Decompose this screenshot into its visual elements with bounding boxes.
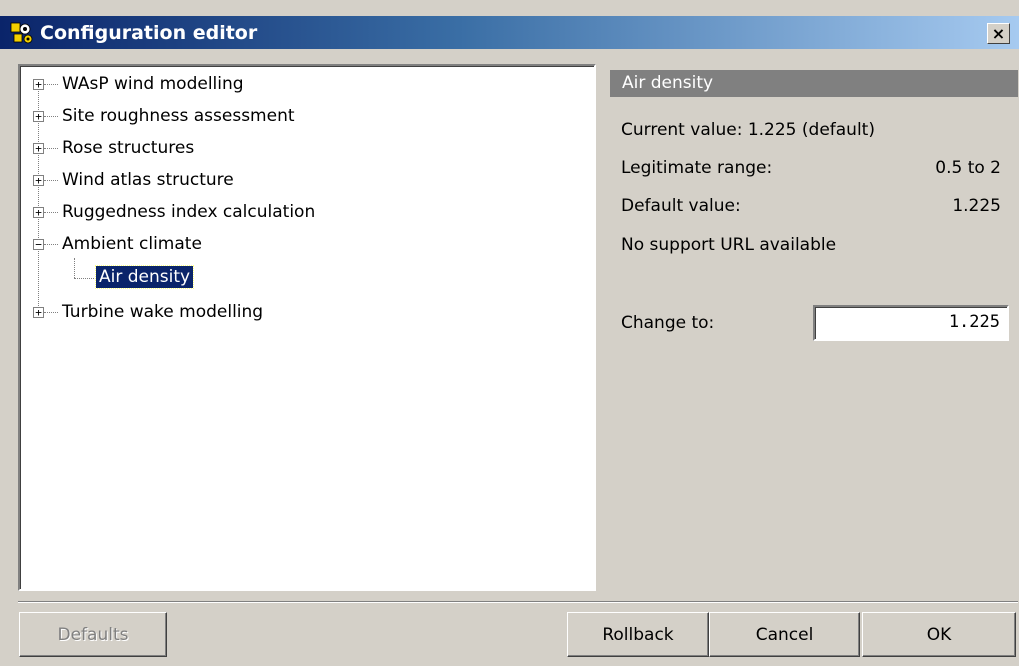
tree-item-rose-structures[interactable]: Rose structures — [62, 137, 194, 159]
tree-guide-line — [44, 212, 58, 213]
tree-guide-line — [44, 148, 58, 149]
cancel-button[interactable]: Cancel — [709, 612, 860, 657]
rollback-button[interactable]: Rollback — [567, 612, 709, 657]
legitimate-range-value: 0.5 to 2 — [935, 158, 1001, 178]
change-to-row: Change to: — [621, 311, 801, 335]
close-button[interactable]: × — [987, 23, 1010, 44]
tree-item-wasp-wind-modelling[interactable]: WAsP wind modelling — [62, 73, 244, 95]
expand-plus-icon[interactable]: + — [33, 111, 44, 122]
close-icon: × — [991, 23, 1006, 43]
tree-guide-line — [44, 180, 58, 181]
expand-plus-icon[interactable]: + — [33, 207, 44, 218]
tree-guide-line — [44, 84, 58, 85]
configuration-editor-window: Configuration editor × + WAsP wind model… — [0, 0, 1019, 666]
expand-plus-icon[interactable]: + — [33, 307, 44, 318]
tree-guide-line — [74, 278, 94, 279]
tree-guide-line — [44, 244, 58, 245]
settings-tree[interactable]: + WAsP wind modelling + Site roughness a… — [18, 64, 596, 591]
bottom-separator — [18, 601, 1018, 603]
support-url-text: No support URL available — [621, 235, 837, 255]
title-bar[interactable]: Configuration editor × — [0, 16, 1019, 49]
defaults-button[interactable]: Defaults — [19, 612, 167, 657]
ok-button-label: OK — [926, 624, 952, 645]
legitimate-range-row: Legitimate range: 0.5 to 2 — [621, 156, 1001, 180]
tree-guide-line — [74, 258, 75, 278]
tree-guide-line — [44, 312, 58, 313]
cancel-button-label: Cancel — [755, 624, 814, 645]
change-to-label: Change to: — [621, 313, 715, 333]
expand-plus-icon[interactable]: + — [33, 143, 44, 154]
tree-item-turbine-wake-modelling[interactable]: Turbine wake modelling — [62, 301, 263, 323]
legitimate-range-label: Legitimate range: — [621, 158, 773, 178]
tree-item-ambient-climate[interactable]: Ambient climate — [62, 233, 202, 255]
tree-guide-line — [44, 116, 58, 117]
property-panel-header: Air density — [610, 70, 1018, 97]
collapse-minus-icon[interactable]: − — [33, 239, 44, 250]
current-value-text: Current value: 1.225 (default) — [621, 120, 875, 140]
tree-item-ruggedness-index-calculation[interactable]: Ruggedness index calculation — [62, 201, 315, 223]
expand-plus-icon[interactable]: + — [33, 79, 44, 90]
ok-button[interactable]: OK — [862, 612, 1016, 657]
default-value-value: 1.225 — [952, 196, 1001, 216]
property-title: Air density — [622, 73, 714, 93]
tree-item-air-density[interactable]: Air density — [94, 265, 195, 289]
config-app-icon — [10, 22, 33, 44]
window-title: Configuration editor — [40, 22, 258, 44]
default-value-label: Default value: — [621, 196, 741, 216]
rollback-button-label: Rollback — [602, 624, 674, 645]
change-to-input[interactable]: 1.225 — [813, 305, 1009, 341]
default-value-row: Default value: 1.225 — [621, 194, 1001, 218]
support-url-row: No support URL available — [621, 233, 1001, 257]
defaults-button-label: Defaults — [57, 624, 129, 645]
tree-item-site-roughness-assessment[interactable]: Site roughness assessment — [62, 105, 295, 127]
expand-plus-icon[interactable]: + — [33, 175, 44, 186]
tree-item-wind-atlas-structure[interactable]: Wind atlas structure — [62, 169, 234, 191]
current-value-row: Current value: 1.225 (default) — [621, 118, 1001, 142]
